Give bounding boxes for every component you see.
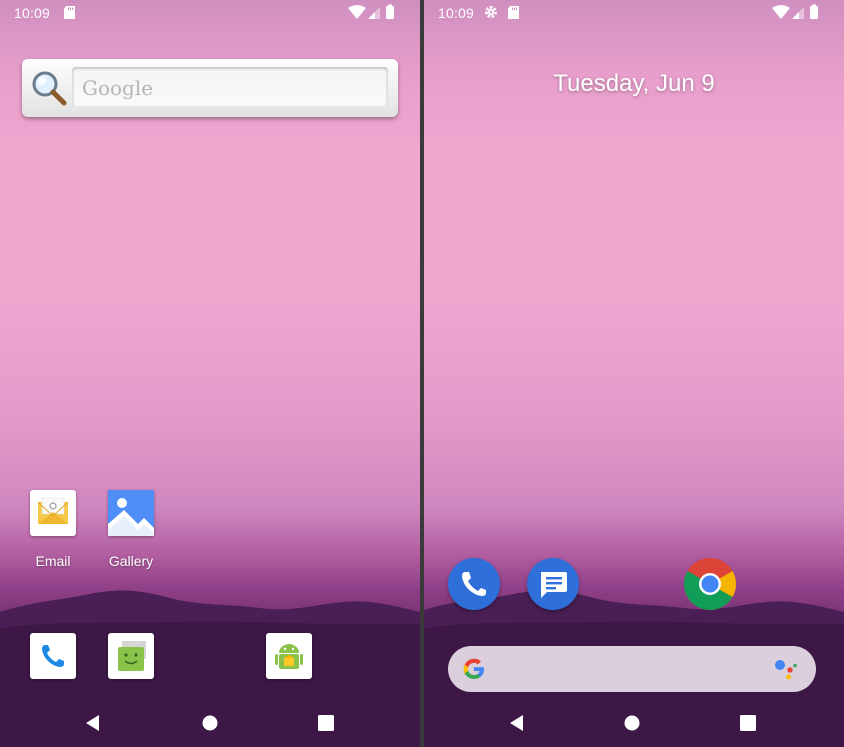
left-home-screen: 10:09 Google Email Gallery — [0, 0, 420, 747]
back-icon[interactable] — [508, 714, 526, 732]
navigation-bar — [0, 700, 420, 747]
chrome-app-button[interactable] — [684, 558, 736, 610]
email-icon — [37, 497, 69, 524]
search-input[interactable]: Google — [72, 67, 388, 107]
wifi-icon — [772, 5, 790, 19]
gallery-label: Gallery — [108, 553, 154, 569]
android-app-icon — [275, 644, 303, 669]
email-label: Email — [35, 553, 71, 569]
messaging-icon — [118, 641, 146, 671]
chrome-icon — [684, 558, 736, 610]
messaging-app-button[interactable] — [108, 633, 154, 679]
home-icon[interactable] — [624, 715, 640, 731]
gallery-app-button[interactable] — [108, 490, 154, 536]
battery-icon — [386, 6, 394, 19]
status-bar: 10:09 — [424, 0, 844, 26]
screenshot-stage: 10:09 Google Email Gallery 10:09 Tuesday… — [0, 0, 844, 747]
wifi-icon — [348, 5, 366, 19]
phone-app-button[interactable] — [448, 558, 500, 610]
phone-icon — [462, 572, 486, 596]
gallery-icon — [108, 490, 154, 536]
phone-icon — [42, 645, 64, 667]
google-g-icon — [463, 658, 484, 679]
date-widget[interactable]: Tuesday, Jun 9 — [424, 70, 844, 98]
status-icons — [348, 4, 394, 19]
search-placeholder: Google — [82, 76, 154, 100]
android-app-button[interactable] — [266, 633, 312, 679]
google-search-widget[interactable]: Google — [22, 59, 398, 117]
battery-icon — [810, 6, 818, 19]
settings-gear-icon — [485, 6, 497, 18]
sd-card-icon — [508, 6, 519, 19]
sd-card-icon — [64, 6, 75, 19]
navigation-bar — [424, 700, 844, 747]
status-icons — [772, 4, 818, 19]
messages-app-button[interactable] — [527, 558, 579, 610]
recents-icon[interactable] — [318, 715, 334, 731]
home-icon[interactable] — [202, 715, 218, 731]
magnifier-icon — [32, 71, 67, 106]
recents-icon[interactable] — [740, 715, 756, 731]
status-time: 10:09 — [438, 5, 475, 21]
status-bar: 10:09 — [0, 0, 420, 26]
status-time: 10:09 — [14, 5, 51, 21]
email-app-button[interactable] — [30, 490, 76, 536]
phone-app-button[interactable] — [30, 633, 76, 679]
google-assistant-icon — [775, 660, 797, 680]
google-search-bar[interactable] — [448, 646, 816, 692]
right-home-screen: 10:09 Tuesday, Jun 9 — [424, 0, 844, 747]
messages-icon — [541, 572, 567, 598]
back-icon[interactable] — [84, 714, 102, 732]
